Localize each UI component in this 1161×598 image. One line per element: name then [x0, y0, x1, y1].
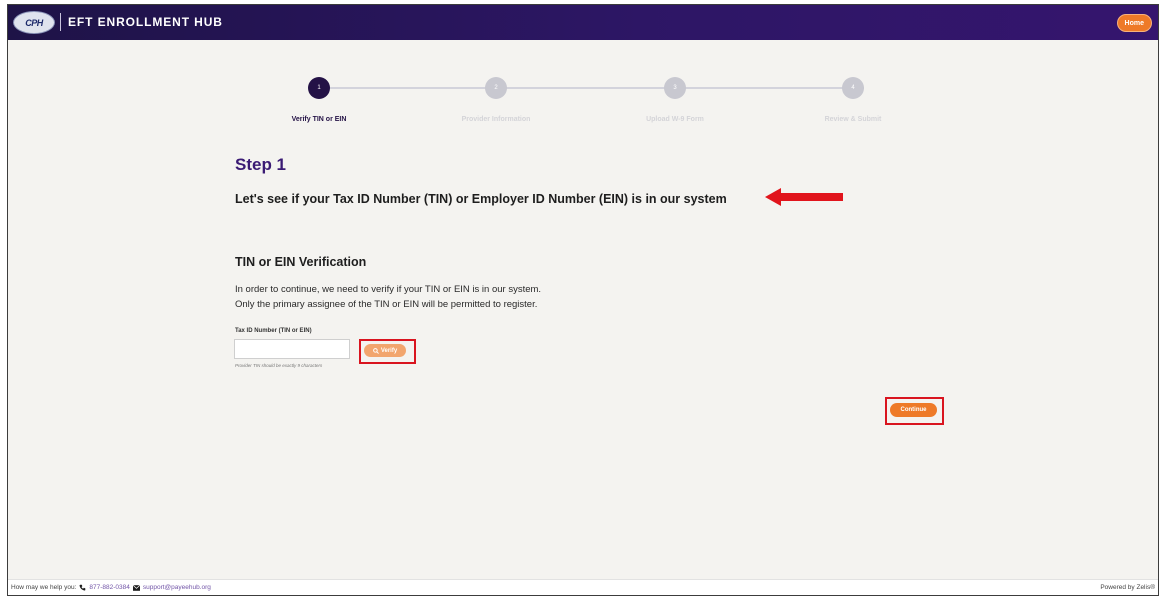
- step-2-circle: 2: [485, 77, 507, 99]
- tin-hint: Provider TIN should be exactly 9 charact…: [235, 363, 323, 368]
- phone-link[interactable]: 877-882-0384: [89, 584, 129, 591]
- instruction-line-2: Only the primary assignee of the TIN or …: [235, 299, 538, 310]
- footer: How may we help you: 877-882-0384 suppor…: [8, 579, 1158, 595]
- step-3-circle: 3: [664, 77, 686, 99]
- tin-field-label: Tax ID Number (TIN or EIN): [235, 328, 312, 334]
- stepper-track: [319, 87, 864, 89]
- search-icon: [372, 347, 379, 354]
- powered-by: Powered by Zelis®: [1100, 584, 1155, 591]
- verify-button[interactable]: Verify: [364, 344, 406, 357]
- envelope-icon: [132, 584, 140, 591]
- step-1-label: Verify TIN or EIN: [291, 116, 347, 123]
- step-4-circle: 4: [842, 77, 864, 99]
- instruction-line-1: In order to continue, we need to verify …: [235, 284, 542, 295]
- progress-stepper: 1 2 3 4 Verify TIN or EIN Provider Infor…: [8, 5, 1158, 135]
- help-text: How may we help you:: [11, 584, 77, 591]
- phone-icon: [79, 584, 86, 591]
- annotation-arrow-left-icon: [765, 188, 843, 206]
- app-window: CPH EFT ENROLLMENT HUB Home 1 2 3 4 Veri…: [7, 4, 1159, 596]
- step-heading: Step 1: [235, 155, 287, 174]
- step-2-label: Provider Information: [461, 116, 531, 123]
- continue-button[interactable]: Continue: [890, 403, 937, 417]
- step-4-label: Review & Submit: [824, 116, 882, 123]
- verify-label: Verify: [380, 347, 398, 354]
- tin-question-heading: Let's see if your Tax ID Number (TIN) or…: [235, 192, 727, 206]
- step-3-label: Upload W-9 Form: [646, 116, 704, 123]
- tin-input[interactable]: [234, 339, 350, 359]
- step-1-circle: 1: [308, 77, 330, 99]
- email-link[interactable]: support@payeehub.org: [143, 584, 211, 591]
- verification-section-title: TIN or EIN Verification: [235, 255, 367, 269]
- footer-contact: How may we help you: 877-882-0384 suppor…: [11, 584, 211, 591]
